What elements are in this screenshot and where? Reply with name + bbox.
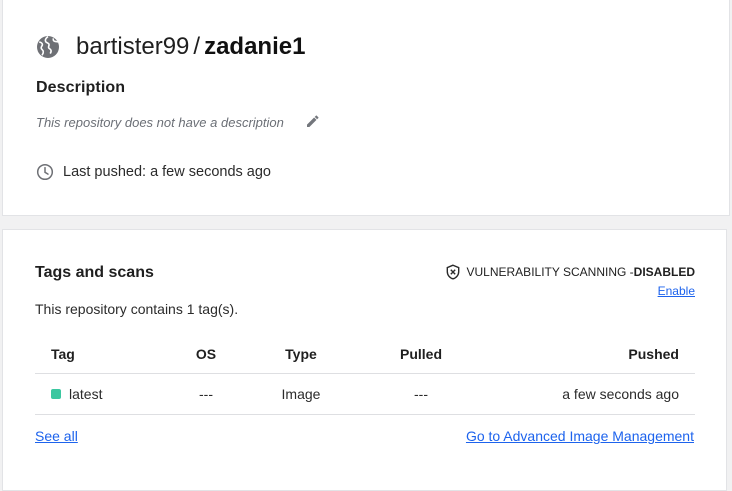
pushed-cell: a few seconds ago: [483, 373, 695, 415]
type-cell: Image: [243, 373, 359, 415]
pencil-icon[interactable]: [305, 113, 321, 129]
description-heading: Description: [36, 79, 126, 96]
tag-name[interactable]: latest: [69, 386, 102, 402]
column-header-tag[interactable]: Tag: [35, 335, 169, 374]
last-pushed: Last pushed: a few seconds ago: [36, 163, 271, 181]
repo-separator: /: [193, 33, 201, 60]
globe-icon: [37, 35, 59, 58]
tags-table-header: Tag OS Type Pulled Pushed: [35, 335, 695, 374]
description-text: This repository does not have a descript…: [36, 115, 284, 130]
column-header-pushed[interactable]: Pushed: [483, 335, 695, 374]
see-all-link[interactable]: See all: [35, 428, 78, 444]
enable-scanning-link[interactable]: Enable: [658, 284, 695, 298]
vulnerability-state: DISABLED: [633, 265, 695, 279]
repository-overview-card: bartister99 / zadanie1 Description This …: [2, 0, 730, 216]
os-cell: ---: [169, 373, 243, 415]
last-pushed-text: Last pushed: a few seconds ago: [63, 164, 271, 180]
clock-icon: [36, 163, 54, 181]
tag-status-dot: [51, 389, 61, 399]
table-row[interactable]: latest --- Image --- a few seconds ago: [35, 373, 695, 415]
vulnerability-label: VULNERABILITY SCANNING -: [466, 265, 634, 279]
pulled-cell: ---: [359, 373, 483, 415]
vulnerability-status: VULNERABILITY SCANNING - DISABLED: [445, 264, 695, 280]
repo-owner[interactable]: bartister99: [76, 33, 189, 61]
repo-name: zadanie1: [204, 33, 306, 60]
tags-and-scans-card: Tags and scans This repository contains …: [2, 229, 727, 491]
tags-heading: Tags and scans: [35, 264, 154, 281]
tags-summary: This repository contains 1 tag(s).: [35, 301, 239, 317]
tags-table: Tag OS Type Pulled Pushed latest --- Ima…: [35, 335, 695, 415]
column-header-pulled[interactable]: Pulled: [359, 335, 483, 374]
shield-x-icon: [446, 264, 459, 280]
tag-cell[interactable]: latest: [35, 373, 169, 415]
advanced-image-management-link[interactable]: Go to Advanced Image Management: [466, 428, 694, 444]
repo-title: bartister99 / zadanie1: [36, 33, 305, 61]
column-header-os[interactable]: OS: [169, 335, 243, 374]
column-header-type[interactable]: Type: [243, 335, 359, 374]
